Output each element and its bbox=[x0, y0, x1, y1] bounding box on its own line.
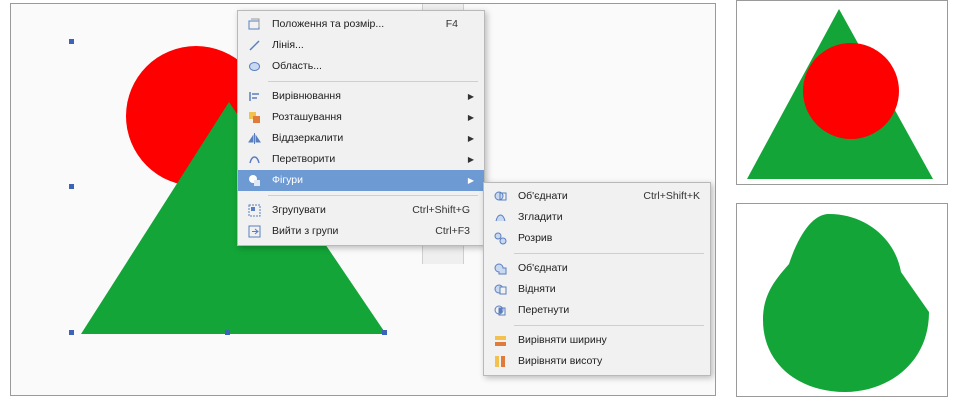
menu-item-flip[interactable]: Віддзеркалити ▶ bbox=[238, 128, 484, 149]
selection-handle-bottom-left[interactable] bbox=[69, 330, 74, 335]
selection-handle-bottom-right[interactable] bbox=[382, 330, 387, 335]
menu-item-label: Фігури bbox=[272, 174, 303, 186]
menu-item-label: Віддзеркалити bbox=[272, 132, 344, 144]
submenu-arrow-icon: ▶ bbox=[467, 92, 474, 101]
submenu-item-label: Згладити bbox=[518, 211, 563, 223]
submenu-item-label: Об'єднати bbox=[518, 262, 568, 274]
submenu-item-label: Об'єднати bbox=[518, 190, 568, 202]
exit-group-icon bbox=[248, 225, 261, 238]
menu-item-label: Область... bbox=[272, 60, 322, 72]
submenu-item-label: Розрив bbox=[518, 232, 553, 244]
menu-item-line[interactable]: Лінія... bbox=[238, 35, 484, 56]
submenu-item-equalize-height[interactable]: Вирівняти висоту bbox=[484, 351, 710, 372]
menu-item-label: Лінія... bbox=[272, 39, 304, 51]
combine-icon bbox=[494, 191, 507, 201]
menu-item-area[interactable]: Область... bbox=[238, 56, 484, 77]
smooth-icon bbox=[495, 214, 506, 222]
convert-icon bbox=[249, 156, 260, 164]
area-icon bbox=[249, 62, 260, 71]
menu-separator bbox=[268, 81, 478, 82]
menu-item-label: Перетворити bbox=[272, 153, 336, 165]
submenu-item-smooth[interactable]: Згладити bbox=[484, 207, 710, 228]
preview-panel-top bbox=[736, 0, 948, 185]
menu-item-shortcut: Ctrl+Shift+G bbox=[412, 204, 470, 216]
menu-item-arrange[interactable]: Розташування ▶ bbox=[238, 107, 484, 128]
submenu-arrow-icon: ▶ bbox=[467, 155, 474, 164]
selection-handle-bottom-middle[interactable] bbox=[225, 330, 230, 335]
menu-item-convert[interactable]: Перетворити ▶ bbox=[238, 149, 484, 170]
flip-icon bbox=[248, 133, 261, 144]
drawing-canvas[interactable]: Положення та розмір... F4 Лінія... Облас… bbox=[10, 3, 716, 396]
position-size-icon bbox=[248, 18, 260, 30]
line-icon bbox=[249, 40, 260, 51]
menu-item-label: Вирівнювання bbox=[272, 90, 341, 102]
menu-separator bbox=[514, 325, 704, 326]
menu-item-exit-group[interactable]: Вийти з групи Ctrl+F3 bbox=[238, 221, 484, 242]
equalize-height-icon bbox=[495, 356, 505, 367]
arrange-icon bbox=[249, 112, 260, 123]
submenu-item-combine[interactable]: Об'єднати Ctrl+Shift+K bbox=[484, 186, 710, 207]
selection-handle-middle-left[interactable] bbox=[69, 184, 74, 189]
submenu-arrow-icon: ▶ bbox=[467, 176, 474, 185]
submenu-item-shortcut: Ctrl+Shift+K bbox=[643, 190, 700, 202]
submenu-arrow-icon: ▶ bbox=[467, 113, 474, 122]
submenu-item-label: Перетнути bbox=[518, 304, 570, 316]
submenu-item-label: Вирівняти ширину bbox=[518, 334, 607, 346]
submenu-item-intersect[interactable]: Перетнути bbox=[484, 300, 710, 321]
menu-item-shortcut: Ctrl+F3 bbox=[435, 225, 470, 237]
menu-item-align[interactable]: Вирівнювання ▶ bbox=[238, 86, 484, 107]
merged-green-shape bbox=[763, 214, 929, 392]
submenu-item-subtract[interactable]: Відняти bbox=[484, 279, 710, 300]
menu-item-position-size[interactable]: Положення та розмір... F4 bbox=[238, 14, 484, 35]
menu-item-label: Вийти з групи bbox=[272, 225, 339, 237]
equalize-width-icon bbox=[495, 336, 506, 346]
menu-item-label: Положення та розмір... bbox=[272, 18, 385, 30]
menu-item-label: Згрупувати bbox=[272, 204, 326, 216]
submenu-arrow-icon: ▶ bbox=[467, 134, 474, 143]
intersect-icon bbox=[494, 305, 506, 316]
submenu-item-label: Відняти bbox=[518, 283, 556, 295]
menu-item-shortcut: F4 bbox=[445, 18, 458, 30]
submenu-item-equalize-width[interactable]: Вирівняти ширину bbox=[484, 330, 710, 351]
shapes-icon bbox=[249, 175, 260, 186]
menu-separator bbox=[268, 195, 478, 196]
menu-item-shapes[interactable]: Фігури ▶ bbox=[238, 170, 484, 191]
preview-shapes-bottom bbox=[763, 214, 929, 392]
group-icon bbox=[248, 204, 261, 217]
red-circle-shape bbox=[803, 43, 899, 139]
menu-item-label: Розташування bbox=[272, 111, 342, 123]
align-icon bbox=[249, 92, 259, 101]
preview-shapes-top bbox=[747, 9, 933, 179]
split-icon bbox=[494, 232, 507, 245]
context-menu: Положення та розмір... F4 Лінія... Облас… bbox=[237, 10, 485, 246]
merge-icon bbox=[494, 263, 507, 275]
menu-separator bbox=[514, 253, 704, 254]
subtract-icon bbox=[494, 284, 507, 295]
submenu-item-split[interactable]: Розрив bbox=[484, 228, 710, 249]
submenu-item-label: Вирівняти висоту bbox=[518, 355, 603, 367]
submenu-item-merge[interactable]: Об'єднати bbox=[484, 258, 710, 279]
menu-item-group[interactable]: Згрупувати Ctrl+Shift+G bbox=[238, 200, 484, 221]
shapes-submenu: Об'єднати Ctrl+Shift+K Згладити Розрив О… bbox=[483, 182, 711, 376]
selection-handle-top-left[interactable] bbox=[69, 39, 74, 44]
preview-panel-bottom bbox=[736, 203, 948, 397]
